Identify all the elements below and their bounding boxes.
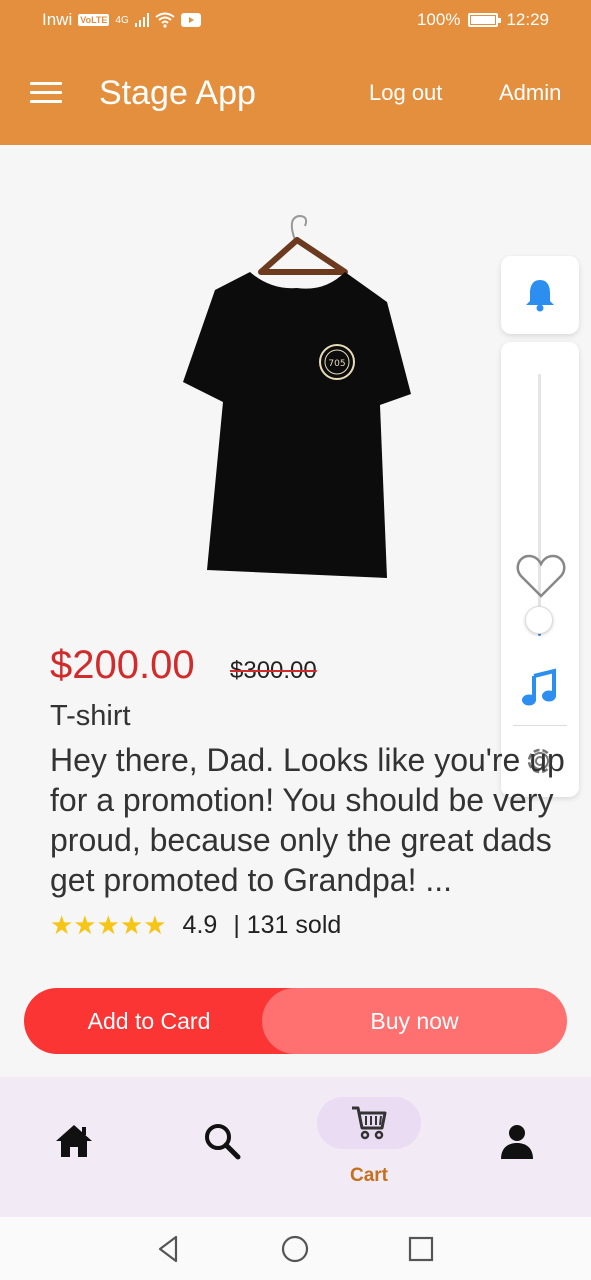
system-navigation-bar <box>0 1217 591 1280</box>
cart-icon <box>352 1106 387 1140</box>
notification-button[interactable] <box>501 256 579 334</box>
carrier-label: Inwi <box>42 10 73 29</box>
battery-percent: 100% <box>416 10 461 29</box>
person-icon <box>501 1125 533 1159</box>
hamburger-menu-icon[interactable] <box>30 82 62 104</box>
nav-cart-label: Cart <box>349 1165 388 1186</box>
recents-square-icon[interactable] <box>406 1234 436 1264</box>
tshirt <box>183 272 411 578</box>
signal-icon <box>134 13 149 27</box>
nav-profile[interactable] <box>487 1077 547 1217</box>
search-icon <box>205 1124 241 1160</box>
nav-home[interactable] <box>44 1077 104 1217</box>
music-note-icon[interactable] <box>521 668 557 708</box>
back-icon[interactable] <box>154 1234 184 1264</box>
status-left: Inwi VoLTE 4G <box>42 10 201 30</box>
star-rating-icon: ★★★★★ <box>50 910 167 940</box>
app-title: Stage App <box>99 74 256 112</box>
rating-row: ★★★★★ 4.9 | 131 sold <box>50 910 341 941</box>
bell-icon <box>526 280 554 312</box>
hanger <box>258 237 348 275</box>
buy-now-button[interactable]: Buy now <box>262 988 567 1054</box>
action-buttons: Add to Card Buy now <box>24 988 567 1054</box>
app-header: Inwi VoLTE 4G 100% 12:29 Stage App Log o… <box>0 0 591 145</box>
shirt-logo-text: 705 <box>328 359 345 369</box>
current-price: $200.00 <box>50 643 195 687</box>
status-bar: Inwi VoLTE 4G 100% 12:29 <box>0 0 591 40</box>
logout-button[interactable]: Log out <box>369 80 442 106</box>
heart-icon[interactable] <box>515 552 567 600</box>
home-icon <box>56 1125 92 1157</box>
clock: 12:29 <box>506 10 549 29</box>
status-right: 100% 12:29 <box>417 10 549 30</box>
product-description: Hey there, Dad. Looks like you're up for… <box>50 742 565 898</box>
product-image: 705 <box>183 214 411 578</box>
network-label: 4G <box>115 14 129 26</box>
youtube-icon <box>180 13 201 27</box>
original-price: $300.00 <box>230 657 317 684</box>
cart-active-indicator <box>317 1097 421 1149</box>
product-name: T-shirt <box>50 700 131 732</box>
home-circle-icon[interactable] <box>280 1234 310 1264</box>
nav-search[interactable] <box>192 1077 252 1217</box>
sold-count: | 131 sold <box>233 911 342 939</box>
panel-divider <box>513 725 567 726</box>
wifi-icon <box>155 12 175 28</box>
volte-badge: VoLTE <box>78 14 110 26</box>
app-bar: Stage App Log out Admin <box>0 62 591 122</box>
bottom-navigation: Cart <box>0 1077 591 1217</box>
rating-value: 4.9 <box>182 911 218 939</box>
admin-button[interactable]: Admin <box>499 80 561 106</box>
side-control-panel <box>501 342 579 797</box>
volume-slider-thumb[interactable] <box>525 606 553 634</box>
battery-icon <box>468 13 502 27</box>
hanger-hook <box>290 214 308 241</box>
nav-cart[interactable]: Cart <box>316 1077 422 1217</box>
